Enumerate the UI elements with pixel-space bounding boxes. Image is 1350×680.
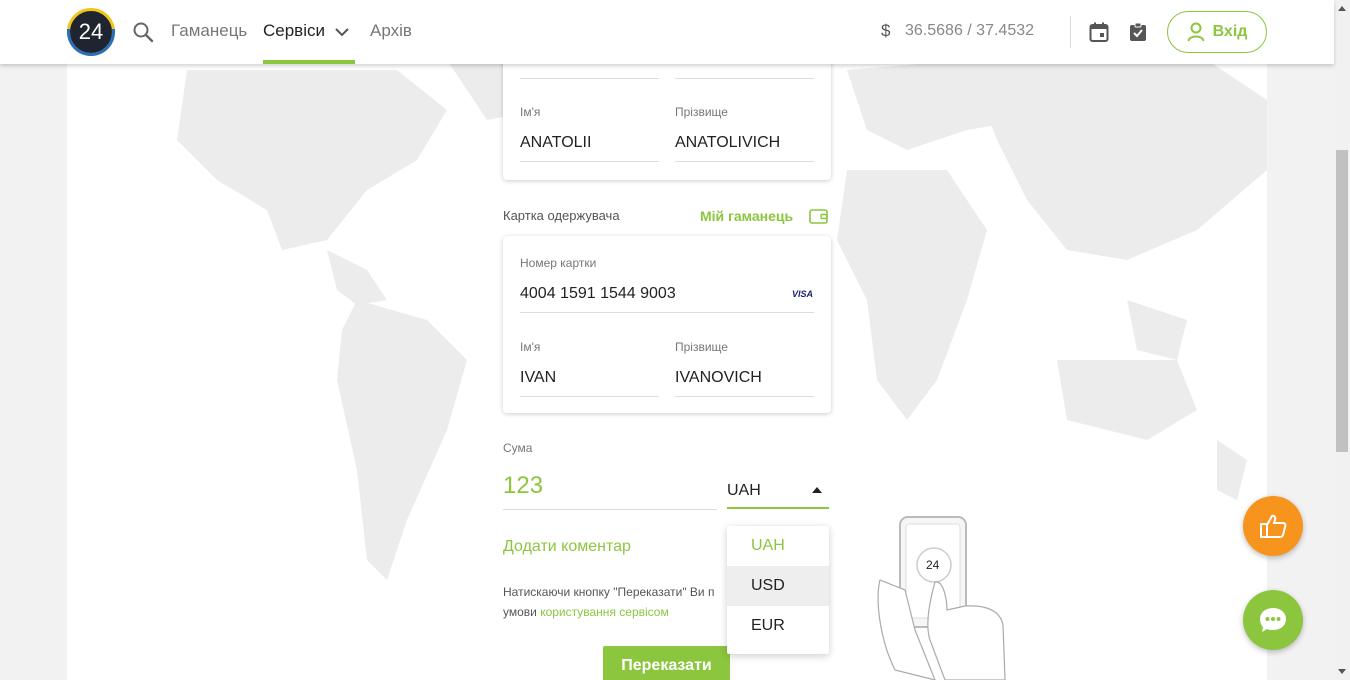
terms-text-line2: умови — [503, 605, 541, 619]
login-label: Вхід — [1212, 23, 1248, 40]
header-divider — [1070, 16, 1071, 48]
user-icon — [1187, 22, 1205, 42]
recipient-surname-field[interactable]: IVANOVICH — [675, 369, 762, 387]
currency-select-underline — [727, 507, 829, 509]
visa-logo: VISA — [792, 289, 814, 299]
nav-wallet[interactable]: Гаманець — [171, 21, 247, 41]
recipient-section-label: Картка одержувача — [503, 208, 620, 223]
recipient-surname-underline — [675, 396, 814, 397]
login-button[interactable]: Вхід — [1167, 11, 1267, 53]
exchange-rate[interactable]: 36.5686 / 37.4532 — [905, 22, 1034, 40]
currency-select-value: UAH — [727, 482, 761, 499]
nav-active-indicator — [263, 60, 355, 64]
chat-bubble-icon — [1260, 608, 1286, 632]
sender-surname-label: Прізвище — [675, 105, 728, 119]
sender-cvv-underline — [675, 78, 814, 79]
scroll-up-arrow-icon[interactable] — [1334, 2, 1350, 16]
nav-services[interactable]: Сервіси — [263, 21, 325, 41]
amount-label: Сума — [503, 441, 533, 455]
my-wallet-link[interactable]: Мій гаманець — [700, 208, 828, 224]
my-wallet-label: Мій гаманець — [700, 208, 794, 224]
caret-up-icon — [812, 487, 822, 493]
scrollbar-thumb[interactable] — [1336, 150, 1348, 452]
terms-text-line1: Натискаючи кнопку "Переказати" Ви п — [503, 585, 715, 599]
chevron-down-icon[interactable] — [334, 25, 350, 39]
scroll-down-arrow-icon[interactable] — [1334, 664, 1350, 678]
phone-logo-text: 24 — [926, 558, 940, 572]
phone-hand-illustration — [877, 516, 1006, 680]
card-number-field[interactable]: 4004 1591 1544 9003 — [520, 285, 676, 303]
privat24-logo[interactable]: 24 — [67, 8, 115, 56]
recipient-surname-label: Прізвище — [675, 340, 728, 354]
amount-underline — [503, 509, 717, 510]
wallet-icon — [809, 209, 828, 224]
currency-option-uah[interactable]: UAH — [727, 526, 829, 566]
card-number-label: Номер картки — [520, 256, 597, 270]
terms-of-service-link[interactable]: користування сервісом — [540, 605, 669, 619]
terms-text: Натискаючи кнопку "Переказати" Ви п умов… — [503, 582, 727, 622]
sender-name-label: Ім'я — [520, 105, 541, 119]
currency-dropdown: UAH USD EUR — [727, 526, 829, 654]
nav-archive[interactable]: Архів — [370, 21, 412, 41]
dollar-icon: $ — [881, 21, 891, 40]
sender-surname-field[interactable]: ANATOLIVICH — [675, 134, 780, 152]
recipient-name-underline — [520, 396, 659, 397]
amount-input[interactable]: 123 — [503, 472, 543, 500]
currency-select[interactable]: UAH — [727, 478, 829, 510]
recipient-card: Номер картки 4004 1591 1544 9003 VISA Ім… — [503, 236, 831, 413]
search-icon[interactable] — [132, 21, 154, 43]
currency-option-usd[interactable]: USD — [727, 566, 829, 606]
recipient-name-field[interactable]: IVAN — [520, 369, 556, 387]
card-number-underline — [520, 312, 814, 313]
calendar-icon[interactable] — [1089, 22, 1109, 42]
add-comment-link[interactable]: Додати коментар — [503, 538, 631, 556]
top-header: 24 Гаманець Сервіси Архів $ 36.5686 / 37… — [0, 0, 1334, 64]
feedback-button[interactable] — [1243, 496, 1303, 556]
sender-name-field[interactable]: ANATOLII — [520, 134, 591, 152]
transfer-button[interactable]: Переказати — [603, 646, 730, 680]
sender-name-underline — [520, 161, 659, 162]
thumbs-up-icon — [1260, 514, 1287, 538]
sender-surname-underline — [675, 161, 814, 162]
recipient-name-label: Ім'я — [520, 340, 541, 354]
sender-card-number-underline — [520, 78, 659, 79]
chat-button[interactable] — [1243, 590, 1303, 650]
currency-option-eur[interactable]: EUR — [727, 606, 829, 646]
clipboard-check-icon[interactable] — [1129, 22, 1147, 42]
